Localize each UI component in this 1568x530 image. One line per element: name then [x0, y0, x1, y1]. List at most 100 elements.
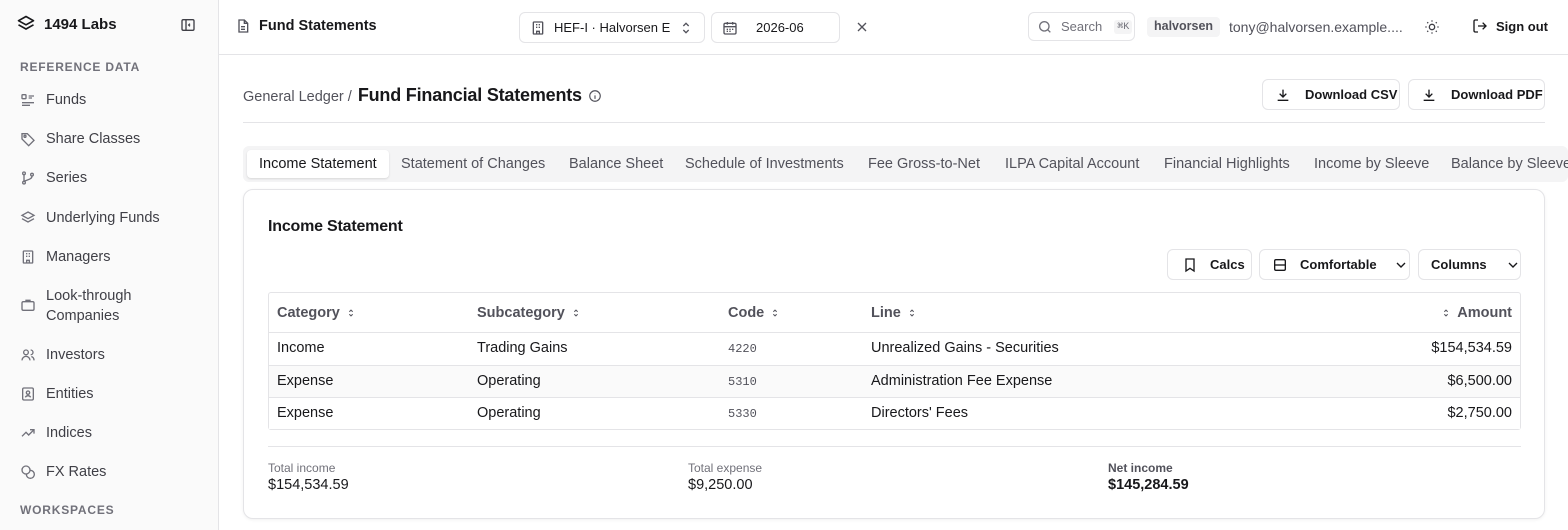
sort-icon [571, 308, 581, 318]
column-header-line[interactable]: Line [871, 305, 917, 321]
column-header-label: Category [277, 305, 340, 321]
calcs-button[interactable]: Calcs [1167, 249, 1252, 280]
building-icon [20, 249, 36, 265]
id-card-icon [20, 386, 36, 402]
tag-icon [20, 131, 36, 147]
log-out-icon [1472, 18, 1488, 34]
sort-icon [907, 308, 917, 318]
brand-name: 1494 Labs [44, 15, 117, 33]
column-header-label: Subcategory [477, 305, 565, 321]
fund-select[interactable]: HEF-I · Halvorsen E... [519, 12, 705, 43]
card-title: Income Statement [268, 218, 403, 235]
sidebar-item-series[interactable]: Series [20, 168, 210, 188]
rows-icon [1272, 257, 1288, 273]
sidebar-item-label: Entities [46, 386, 94, 402]
tab-ilpa-capital-account[interactable]: ILPA Capital Account [1005, 150, 1139, 178]
sidebar-item-managers[interactable]: Managers [20, 247, 210, 267]
topbar-title-text: Fund Statements [259, 18, 377, 34]
search-placeholder: Search [1061, 19, 1103, 34]
sidebar-item-share-classes[interactable]: Share Classes [20, 129, 210, 149]
cell-subcategory: Trading Gains [477, 340, 568, 356]
cell-code: 5310 [728, 375, 757, 389]
table-row[interactable]: Expense Operating 5310 Administration Fe… [269, 365, 1520, 397]
brand[interactable]: 1494 Labs [16, 14, 117, 34]
density-value: Comfortable [1300, 257, 1377, 272]
cell-amount: $154,534.59 [1431, 340, 1512, 356]
coins-icon [20, 464, 36, 480]
sidebar-item-investors[interactable]: Investors [20, 345, 210, 365]
column-header-code[interactable]: Code [728, 305, 780, 321]
sidebar-item-fx-rates[interactable]: FX Rates [20, 462, 210, 482]
tab-schedule-of-investments[interactable]: Schedule of Investments [685, 150, 844, 178]
users-icon [20, 347, 36, 363]
cell-code: 4220 [728, 342, 757, 356]
tab-fee-gross-to-net[interactable]: Fee Gross-to-Net [868, 150, 980, 178]
sidebar-item-look-through-companies[interactable]: Look-through Companies [20, 286, 210, 326]
info-icon[interactable] [588, 89, 602, 103]
cell-line: Unrealized Gains - Securities [871, 340, 1059, 356]
funds-list-icon [20, 92, 36, 108]
period-picker[interactable]: 2026-06 [711, 12, 840, 43]
tab-balance-sheet[interactable]: Balance Sheet [569, 150, 663, 178]
total-income-value: $154,534.59 [268, 477, 349, 493]
column-header-label: Code [728, 305, 765, 321]
density-select[interactable]: Comfortable [1259, 249, 1410, 280]
sidebar-item-label: Funds [46, 92, 87, 108]
tab-statement-of-changes[interactable]: Statement of Changes [401, 150, 545, 178]
columns-label: Columns [1431, 257, 1487, 272]
git-branch-icon [20, 170, 36, 186]
header-divider [243, 122, 1545, 123]
tab-balance-by-sleeve[interactable]: Balance by Sleeve [1451, 150, 1568, 178]
sign-out-label: Sign out [1496, 18, 1548, 34]
cell-subcategory: Operating [477, 405, 541, 421]
sidebar-item-funds[interactable]: Funds [20, 90, 210, 110]
download-icon [1275, 87, 1291, 103]
table-row[interactable]: Expense Operating 5330 Directors' Fees $… [269, 397, 1520, 429]
sidebar: 1494 Labs REFERENCE DATA Funds Share Cla… [0, 0, 219, 530]
net-income-value: $145,284.59 [1108, 477, 1189, 493]
layers-logo-icon [16, 14, 36, 34]
cell-category: Expense [277, 373, 334, 389]
sort-icon [770, 308, 780, 318]
chevrons-up-down-icon [678, 20, 694, 36]
sidebar-item-underlying-funds[interactable]: Underlying Funds [20, 208, 210, 228]
sidebar-item-label: Underlying Funds [46, 210, 160, 226]
sort-icon [346, 308, 356, 318]
sidebar-item-label: Series [46, 170, 88, 186]
calcs-label: Calcs [1210, 257, 1245, 272]
building-icon [530, 20, 546, 36]
sidebar-item-label: Investors [46, 347, 105, 363]
sidebar-item-entities[interactable]: Entities [20, 384, 210, 404]
section-label-reference-data: REFERENCE DATA [20, 60, 141, 74]
clear-period-icon[interactable] [854, 19, 870, 35]
sidebar-item-label: FX Rates [46, 464, 107, 480]
sidebar-item-label: Share Classes [46, 131, 141, 147]
sun-icon[interactable] [1424, 19, 1440, 35]
net-income-label: Net income [1108, 461, 1173, 475]
table-row[interactable]: Income Trading Gains 4220 Unrealized Gai… [269, 332, 1520, 365]
cell-line: Directors' Fees [871, 405, 969, 421]
cell-category: Income [277, 340, 325, 356]
tab-income-by-sleeve[interactable]: Income by Sleeve [1314, 150, 1429, 178]
column-header-amount[interactable]: Amount [1441, 305, 1512, 321]
column-header-label: Amount [1457, 305, 1512, 321]
column-header-label: Line [871, 305, 901, 321]
tab-financial-highlights[interactable]: Financial Highlights [1164, 150, 1290, 178]
column-header-category[interactable]: Category [277, 305, 356, 321]
search-button[interactable]: Search ⌘K [1028, 12, 1135, 41]
download-pdf-button[interactable]: Download PDF [1408, 79, 1545, 110]
cell-code: 5330 [728, 407, 757, 421]
calendar-icon [722, 20, 738, 36]
sign-out-button[interactable]: Sign out [1472, 18, 1548, 34]
tab-income-statement[interactable]: Income Statement [247, 150, 389, 178]
download-csv-button[interactable]: Download CSV [1262, 79, 1400, 110]
sidebar-item-label: Indices [46, 425, 92, 441]
column-header-subcategory[interactable]: Subcategory [477, 305, 581, 321]
sidebar-item-indices[interactable]: Indices [20, 423, 210, 443]
breadcrumb-parent[interactable]: General Ledger / [243, 89, 352, 105]
sidebar-item-label: Managers [46, 249, 111, 265]
topbar: Fund Statements HEF-I · Halvorsen E... 2… [219, 0, 1568, 55]
sidebar-collapse-icon[interactable] [180, 17, 196, 33]
columns-select[interactable]: Columns [1418, 249, 1521, 280]
chevron-down-icon [1393, 257, 1409, 273]
